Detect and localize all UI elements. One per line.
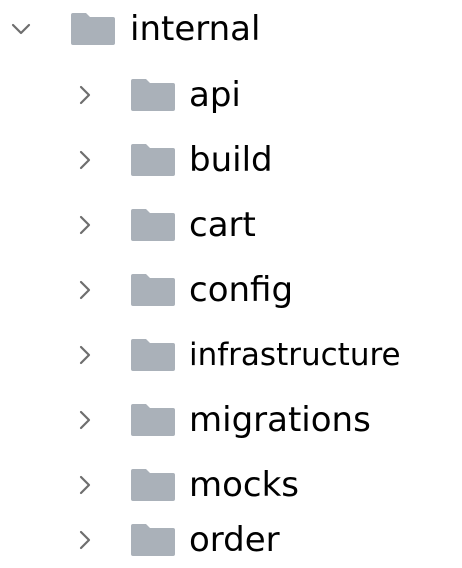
tree-item-order[interactable]: order — [0, 513, 462, 567]
folder-icon — [131, 144, 175, 176]
tree-item-label: config — [189, 270, 294, 310]
folder-icon — [131, 469, 175, 501]
chevron-right-icon[interactable] — [74, 409, 96, 431]
folder-icon — [131, 79, 175, 111]
chevron-right-icon[interactable] — [74, 474, 96, 496]
folder-icon — [131, 209, 175, 241]
tree-item-label: cart — [189, 205, 256, 245]
tree-item-label: migrations — [189, 400, 371, 440]
folder-icon — [131, 274, 175, 306]
tree-item-migrations[interactable]: migrations — [0, 393, 462, 447]
chevron-right-icon[interactable] — [74, 149, 96, 171]
folder-icon — [131, 339, 175, 371]
tree-item-api[interactable]: api — [0, 68, 462, 122]
chevron-right-icon[interactable] — [74, 84, 96, 106]
folder-icon — [71, 13, 115, 45]
tree-item-label: internal — [130, 9, 261, 49]
tree-item-mocks[interactable]: mocks — [0, 458, 462, 512]
tree-item-config[interactable]: config — [0, 263, 462, 317]
chevron-down-icon[interactable] — [10, 18, 32, 40]
tree-item-infrastructure[interactable]: infrastructure — [0, 328, 462, 382]
chevron-right-icon[interactable] — [74, 279, 96, 301]
tree-item-build[interactable]: build — [0, 133, 462, 187]
tree-item-label: mocks — [189, 465, 300, 505]
folder-icon — [131, 404, 175, 436]
chevron-right-icon[interactable] — [74, 529, 96, 551]
tree-item-label: build — [189, 140, 273, 180]
tree-item-label: order — [189, 520, 280, 560]
tree-item-label: api — [189, 75, 241, 115]
tree-item-label: infrastructure — [189, 337, 401, 373]
chevron-right-icon[interactable] — [74, 344, 96, 366]
chevron-right-icon[interactable] — [74, 214, 96, 236]
folder-icon — [131, 524, 175, 556]
project-tree: internal api build cart config infrastru… — [0, 0, 462, 568]
tree-item-cart[interactable]: cart — [0, 198, 462, 252]
tree-item-internal[interactable]: internal — [0, 2, 462, 56]
